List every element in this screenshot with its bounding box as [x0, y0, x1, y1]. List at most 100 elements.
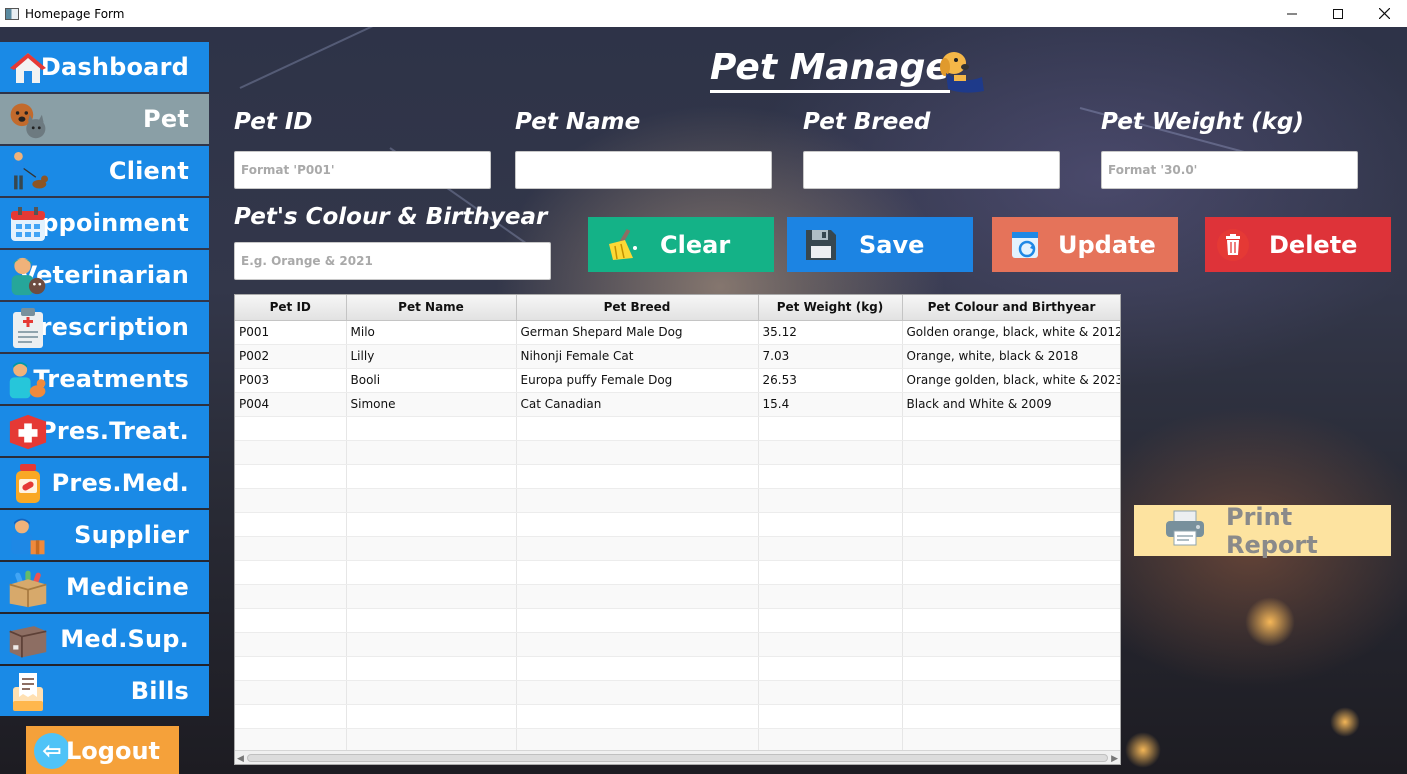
sidebar-item-pet[interactable]: Pet [0, 94, 209, 144]
maximize-button[interactable] [1315, 0, 1361, 27]
table-row[interactable]: P002 Lilly Nihonji Female Cat 7.03 Orange, w… [235, 344, 1120, 369]
sidebar-item-label: Client [108, 157, 189, 185]
sidebar-item-supplier[interactable]: Supplier [0, 510, 209, 560]
pet-breed-field[interactable] [803, 151, 1060, 189]
trash-icon [1213, 225, 1253, 265]
close-button[interactable] [1361, 0, 1407, 27]
table-cell [516, 536, 759, 561]
table-cell [902, 512, 1120, 537]
table-cell [346, 512, 517, 537]
column-header-pet-name[interactable]: Pet Name [346, 295, 517, 321]
table-row[interactable]: P003 Booli Europa puffy Female Dog 26.53 Ora… [235, 368, 1120, 393]
table-row[interactable] [235, 656, 1120, 681]
sidebar-item-dashboard[interactable]: Dashboard [0, 42, 209, 92]
table-cell [516, 608, 759, 633]
logout-button[interactable]: ⇦ Logout [26, 726, 179, 774]
table-cell [516, 512, 759, 537]
column-header-pet-id[interactable]: Pet ID [235, 295, 347, 321]
table-cell [235, 704, 347, 729]
table-body: P001 Milo German Shepard Male Dog 35.12 Gold… [235, 320, 1120, 753]
table-row[interactable]: P001 Milo German Shepard Male Dog 35.12 Gold… [235, 320, 1120, 345]
table-row[interactable] [235, 536, 1120, 561]
table-cell [902, 680, 1120, 705]
medicine-bottle-icon [8, 464, 48, 504]
pet-name-label: Pet Name [515, 109, 641, 135]
pet-weight-field[interactable] [1101, 151, 1358, 189]
sidebar-item-med-sup[interactable]: Med.Sup. [0, 614, 209, 664]
minimize-icon [1287, 13, 1297, 14]
table-cell [902, 656, 1120, 681]
table-cell [516, 440, 759, 465]
table-row[interactable]: P004 Simone Cat Canadian 15.4 Black and Whit… [235, 392, 1120, 417]
table-row[interactable] [235, 704, 1120, 729]
column-header-pet-weight[interactable]: Pet Weight (kg) [758, 295, 903, 321]
table-row[interactable] [235, 584, 1120, 609]
table-cell [516, 464, 759, 489]
table-cell [346, 584, 517, 609]
table-cell [516, 704, 759, 729]
scrollbar-thumb[interactable] [247, 754, 1108, 762]
table-row[interactable] [235, 728, 1120, 753]
minimize-button[interactable] [1269, 0, 1315, 27]
table-cell [346, 680, 517, 705]
table-cell [235, 536, 347, 561]
horizontal-scrollbar[interactable]: ◀ ▶ [235, 750, 1120, 764]
delete-label: Delete [1269, 230, 1358, 259]
table-cell [758, 464, 903, 489]
table-cell: P002 [235, 344, 347, 369]
pet-colour-field[interactable] [234, 242, 551, 280]
table-cell [235, 416, 347, 441]
background-glow [1125, 732, 1161, 768]
clear-button[interactable]: Clear [588, 217, 774, 272]
save-label: Save [859, 230, 925, 259]
table-row[interactable] [235, 440, 1120, 465]
maximize-icon [1333, 8, 1343, 19]
print-report-button[interactable]: Print Report [1134, 503, 1391, 559]
table-row[interactable] [235, 680, 1120, 705]
pet-id-field[interactable] [234, 151, 491, 189]
sidebar-item-treatments[interactable]: Treatments [0, 354, 209, 404]
sidebar-item-medicine[interactable]: Medicine [0, 562, 209, 612]
column-header-pet-colour[interactable]: Pet Colour and Birthyear [902, 295, 1120, 321]
save-button[interactable]: Save [787, 217, 973, 272]
sidebar-item-veterinarian[interactable]: Veterinarian [0, 250, 209, 300]
table-cell: Orange, white, black & 2018 [902, 344, 1120, 369]
delete-button[interactable]: Delete [1205, 217, 1391, 272]
table-cell [516, 680, 759, 705]
update-button[interactable]: Update [992, 217, 1178, 272]
background-glow [1330, 707, 1360, 737]
table-cell [346, 440, 517, 465]
table-row[interactable] [235, 488, 1120, 513]
sidebar-item-bills[interactable]: Bills [0, 666, 209, 716]
sidebar-item-pres-med[interactable]: Pres.Med. [0, 458, 209, 508]
cardboard-box-icon [8, 620, 48, 660]
pet-table[interactable]: Pet ID Pet Name Pet Breed Pet Weight (kg… [234, 294, 1121, 765]
pet-weight-label: Pet Weight (kg) [1101, 109, 1304, 135]
scroll-right-icon[interactable]: ▶ [1111, 751, 1118, 764]
sidebar-item-prescription[interactable]: Prescription [0, 302, 209, 352]
pet-name-field[interactable] [515, 151, 772, 189]
table-cell [902, 632, 1120, 657]
table-cell: Europa puffy Female Dog [516, 368, 759, 393]
sidebar-item-appoinment[interactable]: Appoinment [0, 198, 209, 248]
table-cell [902, 728, 1120, 753]
table-row[interactable] [235, 512, 1120, 537]
table-cell [758, 632, 903, 657]
column-header-pet-breed[interactable]: Pet Breed [516, 295, 759, 321]
table-cell: Black and White & 2009 [902, 392, 1120, 417]
scroll-left-icon[interactable]: ◀ [237, 751, 244, 764]
table-row[interactable] [235, 464, 1120, 489]
table-cell [346, 704, 517, 729]
clipboard-icon [8, 308, 48, 348]
sidebar-item-label: Med.Sup. [60, 625, 189, 653]
broom-icon [602, 225, 642, 265]
sidebar-item-label: Medicine [66, 573, 189, 601]
sidebar-item-client[interactable]: Client [0, 146, 209, 196]
table-cell [346, 488, 517, 513]
table-row[interactable] [235, 416, 1120, 441]
sidebar-item-pres-treat[interactable]: Pres.Treat. [0, 406, 209, 456]
table-row[interactable] [235, 608, 1120, 633]
table-row[interactable] [235, 632, 1120, 657]
person-with-dog-icon [8, 152, 48, 192]
table-row[interactable] [235, 560, 1120, 585]
